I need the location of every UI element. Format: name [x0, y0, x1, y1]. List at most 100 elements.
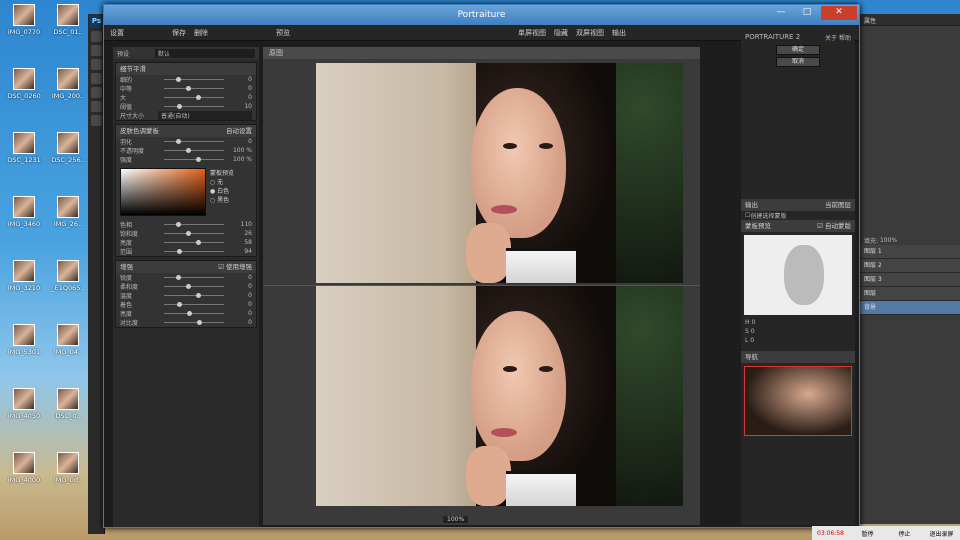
output-select[interactable]: 当前图层: [825, 199, 851, 211]
slider-track[interactable]: [164, 139, 224, 144]
layer-item[interactable]: 图层: [860, 287, 960, 301]
slider-value[interactable]: 10: [230, 103, 252, 110]
desktop-file-icon[interactable]: IMG_0d..: [48, 452, 88, 484]
exit-recording-button[interactable]: 退出录屏: [923, 529, 960, 538]
slider-value[interactable]: 94: [230, 248, 252, 255]
preset-label: 预设: [117, 50, 130, 58]
slider-value[interactable]: 26: [230, 230, 252, 237]
ok-button[interactable]: 确定: [776, 45, 820, 55]
layer-item[interactable]: 图层 1: [860, 245, 960, 259]
slider-value[interactable]: 0: [230, 85, 252, 92]
desktop-file-icon[interactable]: IMG_04..: [48, 324, 88, 356]
slider-track[interactable]: [164, 302, 224, 307]
view-option[interactable]: ● 白色: [210, 186, 234, 195]
slider-track[interactable]: [164, 249, 224, 254]
desktop-file-icon[interactable]: IMG_26..: [48, 196, 88, 228]
maximize-button[interactable]: □: [795, 6, 819, 20]
pause-button[interactable]: 暂停: [849, 529, 886, 538]
brush-tool-icon[interactable]: [90, 87, 102, 98]
slider-value[interactable]: 0: [230, 301, 252, 308]
desktop-file-icon[interactable]: IMG_200..: [48, 68, 88, 100]
slider-value[interactable]: 0: [230, 310, 252, 317]
desktop-file-icon[interactable]: _E1Q065..: [48, 260, 88, 292]
slider-value[interactable]: 110: [230, 221, 252, 228]
slider-track[interactable]: [164, 320, 224, 325]
slider-track[interactable]: [164, 231, 224, 236]
desktop-file-icon[interactable]: IMG_4000: [4, 452, 44, 484]
slider-track[interactable]: [164, 86, 224, 91]
slider-track[interactable]: [164, 293, 224, 298]
about-link[interactable]: 关于: [825, 33, 837, 42]
desktop-file-icon[interactable]: IMG_3460: [4, 196, 44, 228]
layer-item[interactable]: 图层 3: [860, 273, 960, 287]
slider-value[interactable]: 0: [230, 274, 252, 281]
desktop-file-icon[interactable]: IMG_4050: [4, 388, 44, 420]
move-tool-icon[interactable]: [90, 31, 102, 42]
slider-track[interactable]: [164, 275, 224, 280]
left-settings-panel: 预设 默认 细节平滑 细的 0 中等 0 大 0 阈值 10 尺寸大小 普通(自动) 皮肤色调蒙…: [113, 47, 259, 527]
layer-item[interactable]: 图层 2: [860, 259, 960, 273]
slider-label: 饱和度: [120, 231, 139, 238]
slider-track[interactable]: [164, 222, 224, 227]
desktop-file-icon[interactable]: DSC_1231: [4, 132, 44, 164]
single-view-option[interactable]: 单屏视图: [518, 28, 546, 38]
stop-button[interactable]: 停止: [886, 529, 923, 538]
auto-mask-checkbox[interactable]: ☑ 自动蒙版: [817, 220, 851, 232]
slider-value[interactable]: 100 %: [230, 156, 252, 163]
fill-value[interactable]: 100%: [880, 237, 897, 244]
view-option[interactable]: ○ 无: [210, 177, 234, 186]
slider-value[interactable]: 100 %: [230, 147, 252, 154]
slider-value[interactable]: 0: [230, 292, 252, 299]
desktop-file-icon[interactable]: DSC_0260: [4, 68, 44, 100]
dual-view-option[interactable]: 双屏视图: [576, 28, 604, 38]
slider-track[interactable]: [164, 77, 224, 82]
mask-mode-select[interactable]: 自动设置: [226, 125, 252, 137]
save-button[interactable]: 保存: [172, 28, 186, 38]
fill-label: 填充:: [864, 238, 879, 245]
slider-track[interactable]: [164, 240, 224, 245]
slider-value[interactable]: 58: [230, 239, 252, 246]
slider-value[interactable]: 0: [230, 283, 252, 290]
preset-select[interactable]: 默认: [155, 48, 255, 58]
zoom-select[interactable]: 100%: [443, 516, 469, 523]
text-tool-icon[interactable]: [90, 115, 102, 126]
layer-item-selected[interactable]: 背景: [860, 301, 960, 315]
slider-value[interactable]: 0: [230, 76, 252, 83]
create-mask-checkbox[interactable]: ☐ 创建选择蒙版: [741, 211, 855, 220]
slider-track[interactable]: [164, 284, 224, 289]
close-button[interactable]: ✕: [821, 6, 857, 20]
cancel-button[interactable]: 取消: [776, 57, 820, 67]
desktop-file-icon[interactable]: DSC_0..: [48, 388, 88, 420]
slider-track[interactable]: [164, 104, 224, 109]
view-option[interactable]: ○ 黑色: [210, 195, 234, 204]
enable-enhancements-checkbox[interactable]: ☑ 使用增强: [218, 261, 252, 273]
preview-tab[interactable]: 原图: [269, 49, 283, 57]
slider-value[interactable]: 0: [230, 138, 252, 145]
desktop-file-icon[interactable]: IMG_5301: [4, 324, 44, 356]
desktop-file-icon[interactable]: IMG_3210: [4, 260, 44, 292]
slider-track[interactable]: [164, 157, 224, 162]
slider-track[interactable]: [164, 95, 224, 100]
preview-label: 预览: [276, 28, 290, 37]
properties-tab[interactable]: 属性: [864, 18, 876, 25]
crop-tool-icon[interactable]: [90, 73, 102, 84]
minimize-button[interactable]: —: [769, 6, 793, 20]
desktop-file-icon[interactable]: DSC_01..: [48, 4, 88, 36]
navigator-title: 导航: [745, 353, 758, 361]
color-picker-gradient[interactable]: [120, 168, 206, 216]
help-link[interactable]: 帮助: [839, 33, 851, 42]
delete-button[interactable]: 删除: [194, 28, 208, 38]
lasso-tool-icon[interactable]: [90, 59, 102, 70]
desktop-file-icon[interactable]: IMG_0770: [4, 4, 44, 36]
slider-track[interactable]: [164, 148, 224, 153]
desktop-file-icon[interactable]: DSC_256..: [48, 132, 88, 164]
eraser-tool-icon[interactable]: [90, 101, 102, 112]
hide-option[interactable]: 隐藏: [554, 28, 568, 38]
slider-value[interactable]: 0: [230, 94, 252, 101]
slider-track[interactable]: [164, 311, 224, 316]
marquee-tool-icon[interactable]: [90, 45, 102, 56]
output-option[interactable]: 输出: [612, 28, 626, 38]
slider-value[interactable]: 0: [230, 319, 252, 326]
navigator-thumbnail[interactable]: [744, 366, 852, 436]
size-select[interactable]: 普通(自动): [158, 111, 252, 120]
